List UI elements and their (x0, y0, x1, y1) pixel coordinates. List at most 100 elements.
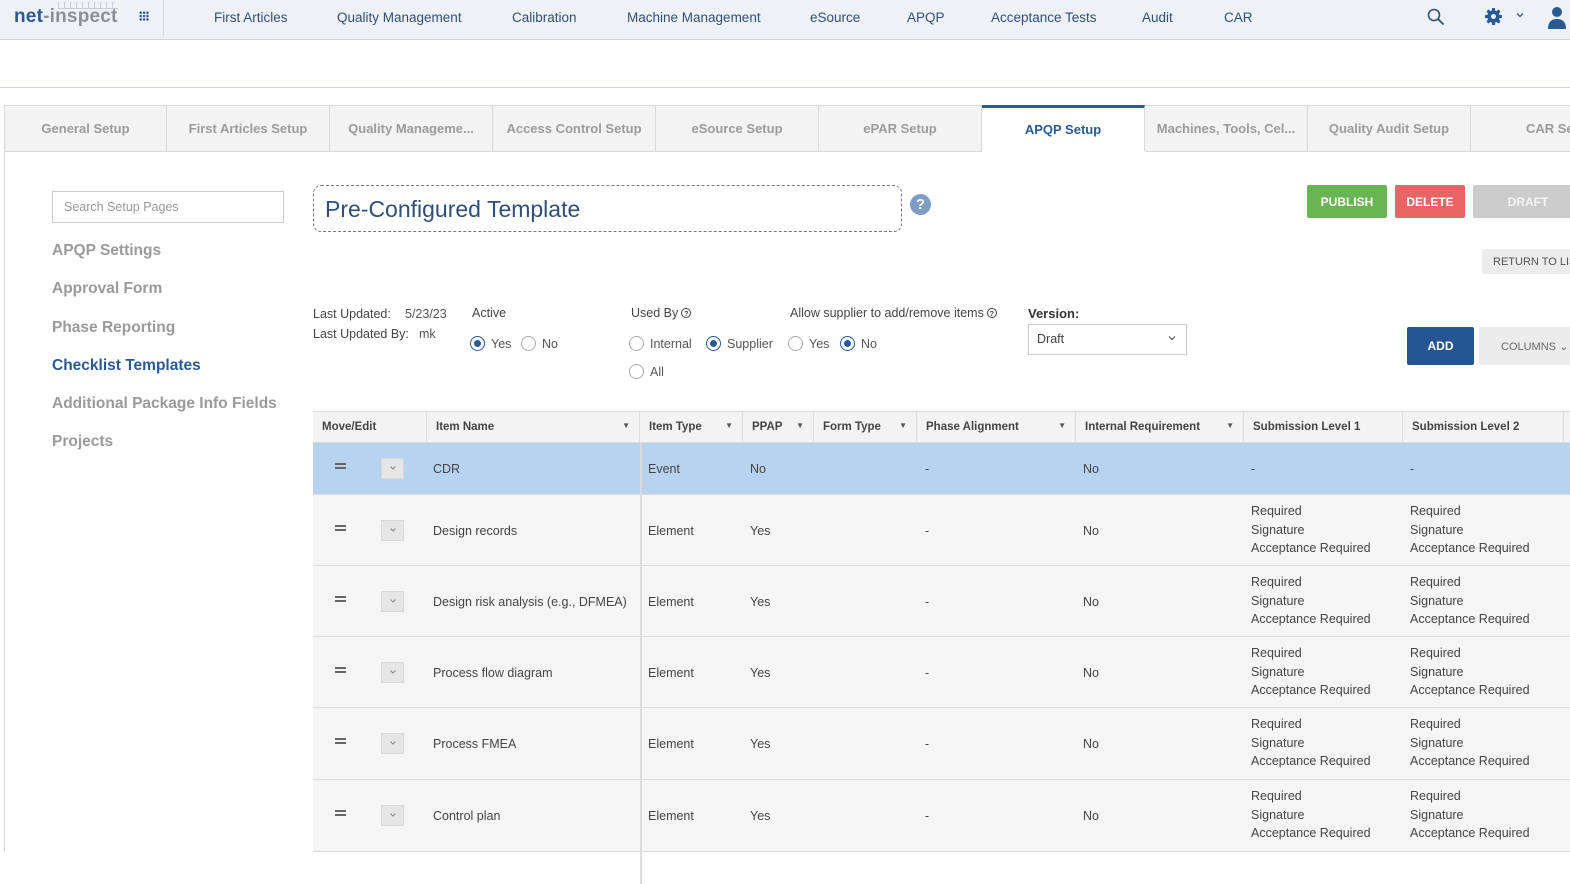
row-expand-button[interactable] (381, 733, 404, 754)
version-select[interactable]: Draft (1028, 324, 1187, 355)
filter-icon[interactable]: ▼ (899, 421, 907, 430)
draft-button[interactable]: DRAFT (1473, 185, 1570, 218)
tab-esource-setup[interactable]: eSource Setup (656, 105, 819, 152)
col-move-edit[interactable]: Move/Edit (313, 412, 427, 443)
sidebar-item-checklist-templates[interactable]: Checklist Templates (52, 357, 201, 375)
row-expand-button[interactable] (381, 458, 404, 479)
table-row[interactable]: Process FMEA Element Yes - No Required Signatu… (313, 708, 1570, 780)
drag-handle-icon[interactable] (335, 463, 346, 469)
sidebar-item-projects[interactable]: Projects (52, 433, 113, 451)
help-circle-icon[interactable]: ? (681, 308, 692, 318)
nav-calibration[interactable]: Calibration (512, 10, 577, 25)
apps-grid-icon[interactable] (139, 11, 149, 21)
tab-apqp-setup[interactable]: APQP Setup (982, 105, 1145, 152)
row-expand-button[interactable] (381, 805, 404, 826)
nav-quality-management[interactable]: Quality Management (337, 10, 462, 25)
row-expand-button[interactable] (381, 591, 404, 612)
filter-icon[interactable]: ▼ (1058, 421, 1066, 430)
return-to-list-button[interactable]: RETURN TO LIST (1482, 249, 1570, 274)
tab-first-articles-setup[interactable]: First Articles Setup (167, 105, 330, 152)
row-expand-button[interactable] (381, 520, 404, 541)
add-button[interactable]: ADD (1407, 327, 1474, 365)
allow-supplier-no-radio[interactable]: No (840, 336, 877, 351)
tab-machines-tools-setup[interactable]: Machines, Tools, Cel... (1145, 105, 1308, 152)
tab-epar-setup[interactable]: ePAR Setup (819, 105, 982, 152)
allow-supplier-yes-radio[interactable]: Yes (788, 336, 829, 351)
submission-level-1-cell: Required Signature Acceptance Required (1251, 780, 1401, 852)
grid-header: Move/Edit Item Name ▼ Item Type ▼ PPAP ▼ Fo… (313, 411, 1570, 443)
search-icon[interactable] (1427, 8, 1445, 26)
nav-apqp[interactable]: APQP (907, 10, 945, 25)
user-icon[interactable] (1547, 6, 1567, 30)
last-updated-value: 5/23/23 (405, 307, 447, 321)
setup-tabs: General Setup First Articles Setup Quali… (4, 105, 1570, 152)
active-yes-radio[interactable]: Yes (470, 336, 511, 351)
sidebar-item-apqp-settings[interactable]: APQP Settings (52, 242, 161, 260)
submission-line: Signature (1410, 807, 1464, 822)
drag-handle-icon[interactable] (335, 667, 346, 673)
sidebar-item-phase-reporting[interactable]: Phase Reporting (52, 319, 175, 337)
nav-first-articles[interactable]: First Articles (214, 10, 288, 25)
table-row[interactable]: Design records Element Yes - No Required Signa… (313, 495, 1570, 566)
tab-quality-management-setup[interactable]: Quality Manageme... (330, 105, 493, 152)
publish-button[interactable]: PUBLISH (1307, 185, 1387, 218)
table-row[interactable]: Design risk analysis (e.g., DFMEA) Elemen… (313, 566, 1570, 637)
sidebar-item-additional-package-info[interactable]: Additional Package Info Fields (52, 395, 277, 413)
col-submission-level-1[interactable]: Submission Level 1 (1244, 412, 1403, 443)
help-circle-icon[interactable]: ? (986, 308, 997, 318)
ppap-cell: Yes (750, 523, 771, 538)
table-row[interactable]: CDR Event No - No - - (313, 443, 1570, 495)
row-expand-button[interactable] (381, 662, 404, 683)
search-setup-pages-input[interactable] (52, 191, 284, 223)
col-submission-level-2[interactable]: Submission Level 2 (1403, 412, 1564, 443)
nav-divider (163, 0, 164, 36)
col-item-type[interactable]: Item Type ▼ (640, 412, 743, 443)
col-item-name[interactable]: Item Name ▼ (427, 412, 640, 443)
filter-icon[interactable]: ▼ (622, 421, 630, 430)
drag-handle-icon[interactable] (335, 596, 346, 602)
net-inspect-logo[interactable]: net-inspect (14, 6, 118, 28)
columns-button[interactable]: COLUMNS ⌄ (1479, 327, 1570, 365)
item-name-cell: Process FMEA (433, 737, 517, 751)
frozen-column-divider[interactable] (640, 443, 642, 884)
drag-handle-icon[interactable] (335, 525, 346, 531)
submission-line: Signature (1251, 807, 1305, 822)
nav-acceptance-tests[interactable]: Acceptance Tests (991, 10, 1097, 25)
used-by-all-radio[interactable]: All (629, 364, 664, 379)
col-ppap[interactable]: PPAP ▼ (743, 412, 814, 443)
sidebar-item-approval-form[interactable]: Approval Form (52, 280, 162, 298)
tab-access-control-setup[interactable]: Access Control Setup (493, 105, 656, 152)
col-form-type[interactable]: Form Type ▼ (814, 412, 917, 443)
active-no-radio[interactable]: No (521, 336, 558, 351)
tab-car-setup[interactable]: CAR Set (1471, 105, 1570, 152)
col-internal-requirement[interactable]: Internal Requirement ▼ (1076, 412, 1244, 443)
submission-level-1-cell: Required Signature Acceptance Required (1251, 708, 1401, 780)
nav-machine-management[interactable]: Machine Management (627, 10, 761, 25)
submission-line: Signature (1251, 664, 1305, 679)
used-by-internal-radio[interactable]: Internal (629, 336, 692, 351)
table-row[interactable]: Control plan Element Yes - No Required Signatu… (313, 780, 1570, 852)
tab-general-setup[interactable]: General Setup (4, 105, 167, 152)
template-title-field[interactable]: Pre-Configured Template (313, 185, 902, 232)
nav-car[interactable]: CAR (1224, 10, 1253, 25)
drag-handle-icon[interactable] (335, 738, 346, 744)
chevron-down-icon[interactable] (1514, 9, 1526, 21)
help-icon[interactable]: ? (910, 194, 931, 215)
submission-line: - (1410, 462, 1415, 476)
nav-audit[interactable]: Audit (1142, 10, 1173, 25)
table-row[interactable]: Process flow diagram Element Yes - No Require… (313, 637, 1570, 708)
nav-esource[interactable]: eSource (810, 10, 860, 25)
item-name-cell: Control plan (433, 809, 501, 823)
drag-handle-icon[interactable] (335, 810, 346, 816)
col-phase-alignment[interactable]: Phase Alignment ▼ (917, 412, 1076, 443)
version-label: Version: (1028, 306, 1080, 321)
filter-icon[interactable]: ▼ (796, 421, 804, 430)
filter-icon[interactable]: ▼ (1226, 421, 1234, 430)
tab-quality-audit-setup[interactable]: Quality Audit Setup (1308, 105, 1471, 152)
used-by-supplier-radio[interactable]: Supplier (706, 336, 773, 351)
filter-icon[interactable]: ▼ (725, 421, 733, 430)
gear-icon[interactable] (1484, 7, 1503, 26)
ppap-cell: No (750, 462, 766, 476)
delete-button[interactable]: DELETE (1395, 185, 1465, 218)
phase-alignment-cell: - (925, 809, 930, 823)
